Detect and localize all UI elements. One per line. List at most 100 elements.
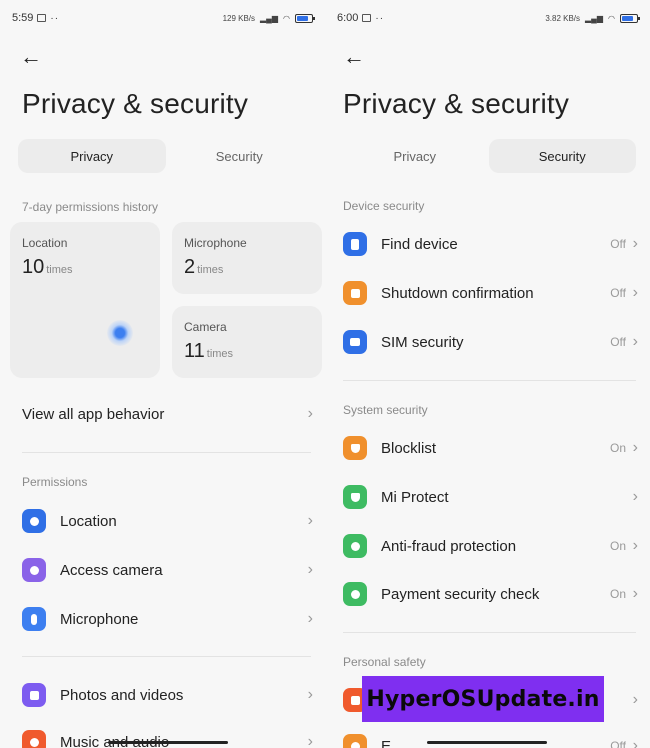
permissions-label: Permissions bbox=[22, 475, 88, 489]
signal-icon: ▂▄▆ bbox=[585, 13, 604, 23]
chevron-right-icon: › bbox=[632, 537, 638, 554]
divider bbox=[22, 656, 311, 657]
back-arrow-icon[interactable]: ← bbox=[343, 46, 365, 68]
battery-icon bbox=[295, 13, 315, 23]
sos-icon bbox=[343, 734, 367, 748]
row-label: Photos and videos bbox=[60, 686, 184, 704]
back-arrow-icon[interactable]: ← bbox=[20, 46, 42, 68]
mi-protect-icon bbox=[343, 485, 367, 509]
row-label: View all app behavior bbox=[22, 405, 165, 423]
microphone-history-card[interactable]: Microphone 2 times bbox=[172, 222, 322, 294]
tab-switcher: Privacy Security bbox=[18, 139, 313, 173]
history-label: 7-day permissions history bbox=[22, 200, 159, 214]
row-status: Off bbox=[610, 286, 626, 300]
card-title: Microphone bbox=[184, 236, 247, 250]
row-label: Anti-fraud protection bbox=[381, 537, 517, 555]
sos-row[interactable]: E Off › bbox=[325, 726, 650, 748]
security-screen: 6:00 ·· 3.82 KB/s ▂▄▆ ◠ ← Privacy & securit… bbox=[325, 0, 650, 748]
system-security-label: System security bbox=[343, 403, 428, 417]
more-notifications-icon: ·· bbox=[50, 12, 60, 24]
watermark-text: HyperOSUpdate.in bbox=[366, 686, 600, 712]
tab-security[interactable]: Security bbox=[166, 139, 314, 173]
row-label: Shutdown confirmation bbox=[381, 284, 534, 302]
find-device-row[interactable]: Find device Off › bbox=[325, 224, 650, 264]
row-label: Microphone bbox=[60, 610, 139, 628]
mi-protect-row[interactable]: Mi Protect › bbox=[325, 477, 650, 517]
photo-icon bbox=[22, 683, 46, 707]
camera-history-card[interactable]: Camera 11 times bbox=[172, 306, 322, 378]
battery-icon bbox=[620, 13, 640, 23]
status-bar: 5:59 ·· 129 KB/s ▂▄▆ ◠ bbox=[12, 10, 315, 26]
personal-safety-label: Personal safety bbox=[343, 655, 426, 669]
page-title: Privacy & security bbox=[343, 88, 570, 119]
status-time: 6:00 bbox=[337, 12, 359, 24]
tab-security[interactable]: Security bbox=[488, 139, 636, 173]
status-bar: 6:00 ·· 3.82 KB/s ▂▄▆ ◠ bbox=[337, 10, 640, 26]
chevron-right-icon: › bbox=[632, 691, 638, 708]
payment-security-row[interactable]: Payment security check On › bbox=[325, 574, 650, 614]
chevron-right-icon: › bbox=[307, 610, 313, 627]
card-count: 2 times bbox=[184, 256, 224, 278]
home-indicator[interactable] bbox=[108, 741, 228, 744]
find-device-icon bbox=[343, 232, 367, 256]
lock-icon bbox=[343, 281, 367, 305]
card-count: 10 times bbox=[22, 256, 73, 278]
music-icon bbox=[22, 730, 46, 748]
row-label: Find device bbox=[381, 235, 458, 253]
chevron-right-icon: › bbox=[632, 585, 638, 602]
chevron-right-icon: › bbox=[307, 733, 313, 748]
notification-icon bbox=[362, 14, 372, 22]
divider bbox=[343, 380, 636, 381]
permission-camera[interactable]: Access camera › bbox=[0, 550, 325, 590]
shutdown-confirmation-row[interactable]: Shutdown confirmation Off › bbox=[325, 273, 650, 313]
chevron-right-icon: › bbox=[632, 235, 638, 252]
camera-icon bbox=[22, 558, 46, 582]
divider bbox=[343, 632, 636, 633]
card-title: Camera bbox=[184, 320, 227, 334]
wifi-icon: ◠ bbox=[608, 13, 615, 23]
watermark-banner: HyperOSUpdate.in bbox=[362, 676, 604, 722]
permission-location[interactable]: Location › bbox=[0, 501, 325, 541]
card-count: 11 times bbox=[184, 340, 234, 362]
sim-security-row[interactable]: SIM security Off › bbox=[325, 322, 650, 362]
chevron-right-icon: › bbox=[307, 686, 313, 703]
phone-shield-icon bbox=[343, 534, 367, 558]
chevron-right-icon: › bbox=[307, 561, 313, 578]
chevron-right-icon: › bbox=[307, 512, 313, 529]
notification-icon bbox=[37, 14, 47, 22]
chevron-right-icon: › bbox=[632, 333, 638, 350]
tab-privacy[interactable]: Privacy bbox=[18, 139, 166, 173]
row-label: Payment security check bbox=[381, 585, 540, 603]
row-label: Access camera bbox=[60, 561, 163, 579]
location-history-card[interactable]: Location 10 times bbox=[10, 222, 160, 378]
chevron-right-icon: › bbox=[307, 405, 313, 422]
location-map-dot bbox=[107, 320, 133, 346]
blocklist-row[interactable]: Blocklist On › bbox=[325, 428, 650, 468]
row-label: Location bbox=[60, 512, 117, 530]
divider bbox=[22, 452, 311, 453]
chevron-right-icon: › bbox=[632, 737, 638, 748]
sim-card-icon bbox=[343, 330, 367, 354]
wifi-icon: ◠ bbox=[283, 13, 290, 23]
network-speed: 129 KB/s bbox=[222, 13, 256, 23]
page-title: Privacy & security bbox=[22, 88, 249, 119]
anti-fraud-row[interactable]: Anti-fraud protection On › bbox=[325, 526, 650, 566]
tab-privacy[interactable]: Privacy bbox=[341, 139, 489, 173]
signal-icon: ▂▄▆ bbox=[260, 13, 279, 23]
row-label: E bbox=[381, 737, 392, 748]
row-label: SIM security bbox=[381, 333, 464, 351]
chevron-right-icon: › bbox=[632, 439, 638, 456]
payment-check-icon bbox=[343, 582, 367, 606]
row-label: Mi Protect bbox=[381, 488, 449, 506]
row-status: Off bbox=[610, 237, 626, 251]
row-status: Off bbox=[610, 739, 626, 748]
permission-music[interactable]: Music and audio › bbox=[0, 722, 325, 748]
tab-switcher: Privacy Security bbox=[341, 139, 636, 173]
permission-photos[interactable]: Photos and videos › bbox=[0, 675, 325, 715]
status-time: 5:59 bbox=[12, 12, 34, 24]
view-all-app-behavior[interactable]: View all app behavior › bbox=[0, 394, 325, 434]
permission-microphone[interactable]: Microphone › bbox=[0, 599, 325, 639]
home-indicator[interactable] bbox=[427, 741, 547, 744]
network-speed: 3.82 KB/s bbox=[545, 13, 581, 23]
microphone-icon bbox=[22, 607, 46, 631]
